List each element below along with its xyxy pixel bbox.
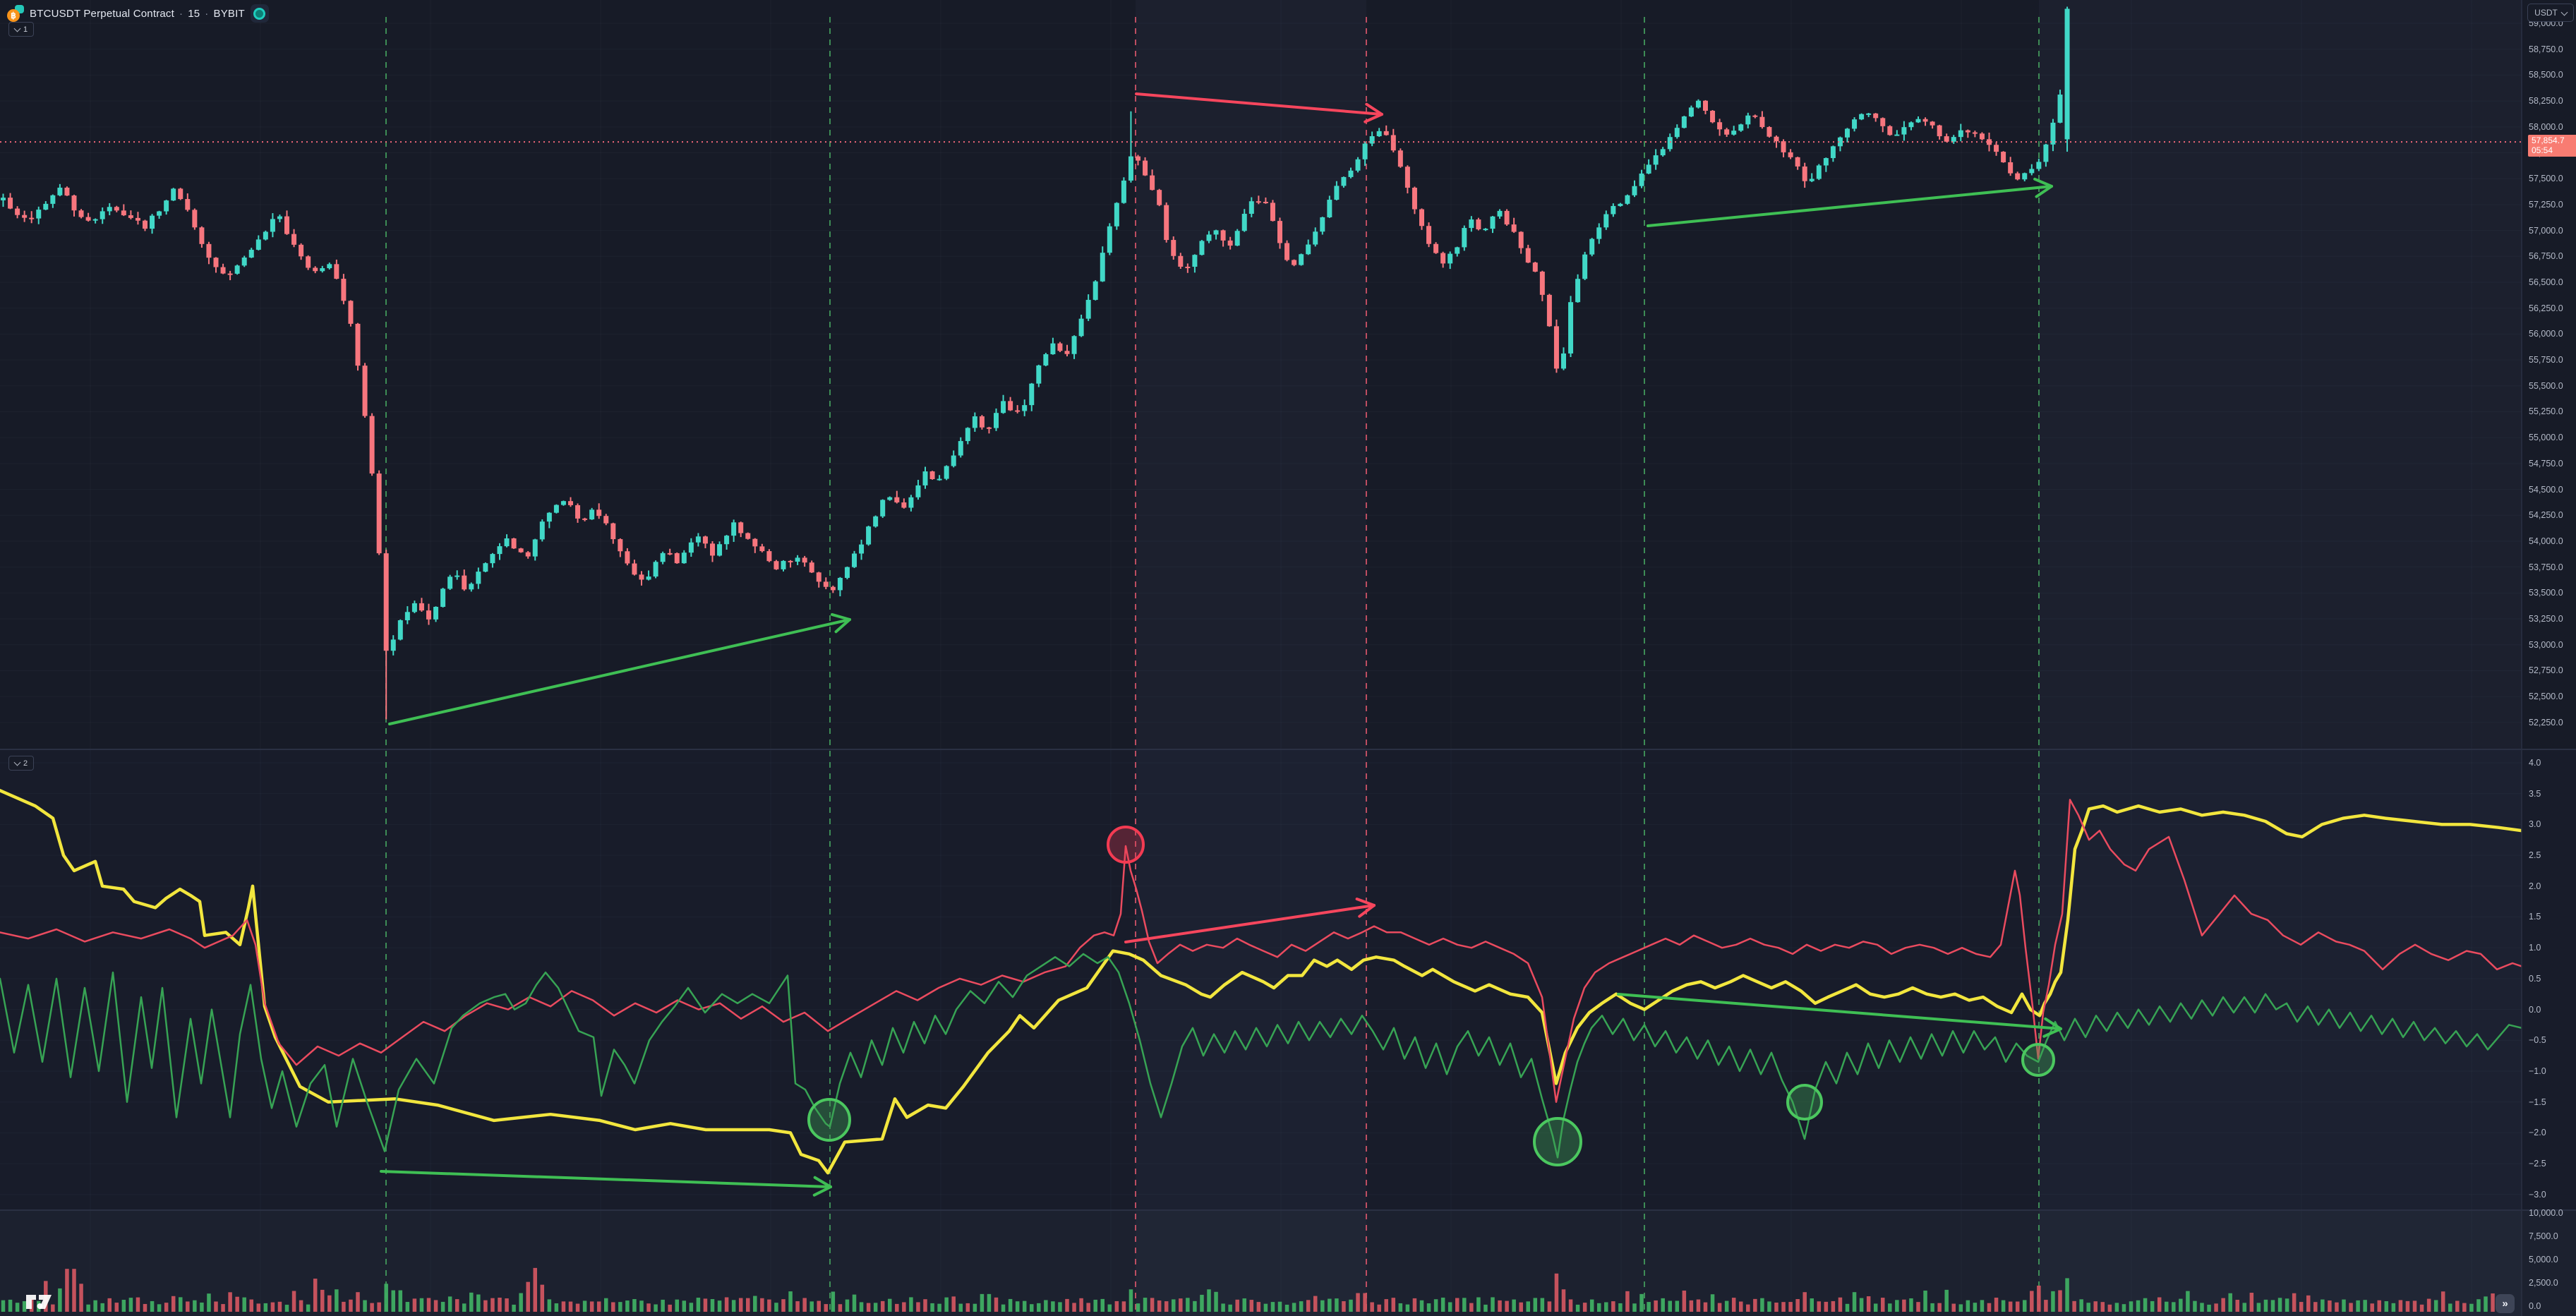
chevron-down-icon	[13, 25, 20, 32]
price-axis-label: 53,000.0	[2529, 640, 2563, 650]
chevron-down-icon	[13, 759, 20, 766]
volume-axis-label: 7,500.0	[2529, 1231, 2558, 1241]
price-axis-label: 53,500.0	[2529, 588, 2563, 598]
indicator-axis-label: 3.0	[2529, 819, 2541, 829]
price-axis-label: 58,500.0	[2529, 70, 2563, 80]
price-axis-label: 58,000.0	[2529, 122, 2563, 132]
indicator-axis-label: 2.5	[2529, 850, 2541, 860]
indicator-axis-label: 0.5	[2529, 974, 2541, 984]
symbol-header: ฿ BTCUSDT Perpetual Contract · 15 · BYBI…	[7, 4, 269, 23]
scroll-to-realtime-button[interactable]: »	[2496, 1294, 2515, 1313]
market-open-dot-icon	[253, 8, 265, 20]
price-axis-label: 54,000.0	[2529, 536, 2563, 546]
last-price-value: 57,854.7	[2532, 135, 2576, 145]
price-axis-label: 54,250.0	[2529, 510, 2563, 520]
market-status-button[interactable]	[251, 4, 269, 23]
indicator-axis-label: 3.5	[2529, 789, 2541, 799]
bar-countdown: 05:54	[2532, 145, 2576, 155]
symbol-title[interactable]: BTCUSDT Perpetual Contract · 15 · BYBIT	[30, 8, 245, 20]
btc-coin-icon: ฿	[7, 5, 24, 22]
price-axis-label: 56,000.0	[2529, 329, 2563, 339]
pane1-collapse-button[interactable]: 1	[8, 22, 34, 37]
chart-canvas[interactable]	[0, 0, 2576, 1316]
indicator-axis-label: 0.0	[2529, 1005, 2541, 1015]
indicator-axis-label: −0.5	[2529, 1035, 2546, 1045]
price-axis-label: 53,750.0	[2529, 562, 2563, 572]
indicator-axis-label: −2.5	[2529, 1159, 2546, 1169]
price-axis-label: 55,250.0	[2529, 406, 2563, 416]
volume-axis-label: 10,000.0	[2529, 1208, 2563, 1218]
last-price-label: 57,854.7 05:54	[2528, 135, 2576, 157]
indicator-axis-label: −1.0	[2529, 1066, 2546, 1076]
price-axis-label: 55,500.0	[2529, 381, 2563, 391]
tradingview-chart-window: ฿ BTCUSDT Perpetual Contract · 15 · BYBI…	[0, 0, 2576, 1316]
symbol-name: BTCUSDT Perpetual Contract	[30, 8, 174, 20]
price-axis-label: 56,500.0	[2529, 277, 2563, 287]
indicator-axis-label: −2.0	[2529, 1128, 2546, 1137]
title-separator: ·	[205, 8, 208, 20]
pane2-collapse-button[interactable]: 2	[8, 756, 34, 771]
price-axis-label: 57,000.0	[2529, 226, 2563, 236]
price-axis-label: 56,250.0	[2529, 303, 2563, 313]
indicator-axis-label: 4.0	[2529, 758, 2541, 768]
price-axis-label: 58,250.0	[2529, 96, 2563, 106]
price-axis-label: 52,500.0	[2529, 692, 2563, 701]
price-axis-label: 55,750.0	[2529, 355, 2563, 365]
indicator-axis-label: 1.0	[2529, 943, 2541, 953]
price-axis-label: 58,750.0	[2529, 44, 2563, 54]
price-axis-label: 52,250.0	[2529, 718, 2563, 728]
chart-interval: 15	[188, 8, 200, 20]
price-axis-label: 52,750.0	[2529, 665, 2563, 675]
pane1-number: 1	[23, 25, 28, 34]
currency-selector-button[interactable]: USDT	[2527, 4, 2574, 22]
price-axis-label: 54,500.0	[2529, 485, 2563, 495]
indicator-axis-label: 1.5	[2529, 912, 2541, 922]
price-axis-label: 54,750.0	[2529, 459, 2563, 469]
title-separator: ·	[179, 8, 183, 20]
price-axis-label: 55,000.0	[2529, 433, 2563, 442]
currency-label: USDT	[2534, 8, 2558, 18]
volume-axis-label: 5,000.0	[2529, 1255, 2558, 1264]
volume-axis-label: 2,500.0	[2529, 1278, 2558, 1288]
price-axis-label: 56,750.0	[2529, 251, 2563, 261]
price-axis-label: 57,500.0	[2529, 174, 2563, 183]
double-chevron-right-icon: »	[2502, 1298, 2508, 1310]
price-axis-label: 53,250.0	[2529, 614, 2563, 624]
indicator-axis-label: −3.0	[2529, 1190, 2546, 1200]
exchange-name: BYBIT	[214, 8, 245, 20]
volume-axis-label: 0.0	[2529, 1301, 2541, 1311]
chevron-down-icon	[2560, 8, 2568, 16]
price-axis-label: 57,250.0	[2529, 200, 2563, 210]
indicator-axis-label: 2.0	[2529, 881, 2541, 891]
indicator-axis-label: −1.5	[2529, 1097, 2546, 1107]
pane2-number: 2	[23, 759, 28, 768]
price-axis[interactable]	[2522, 0, 2576, 1316]
